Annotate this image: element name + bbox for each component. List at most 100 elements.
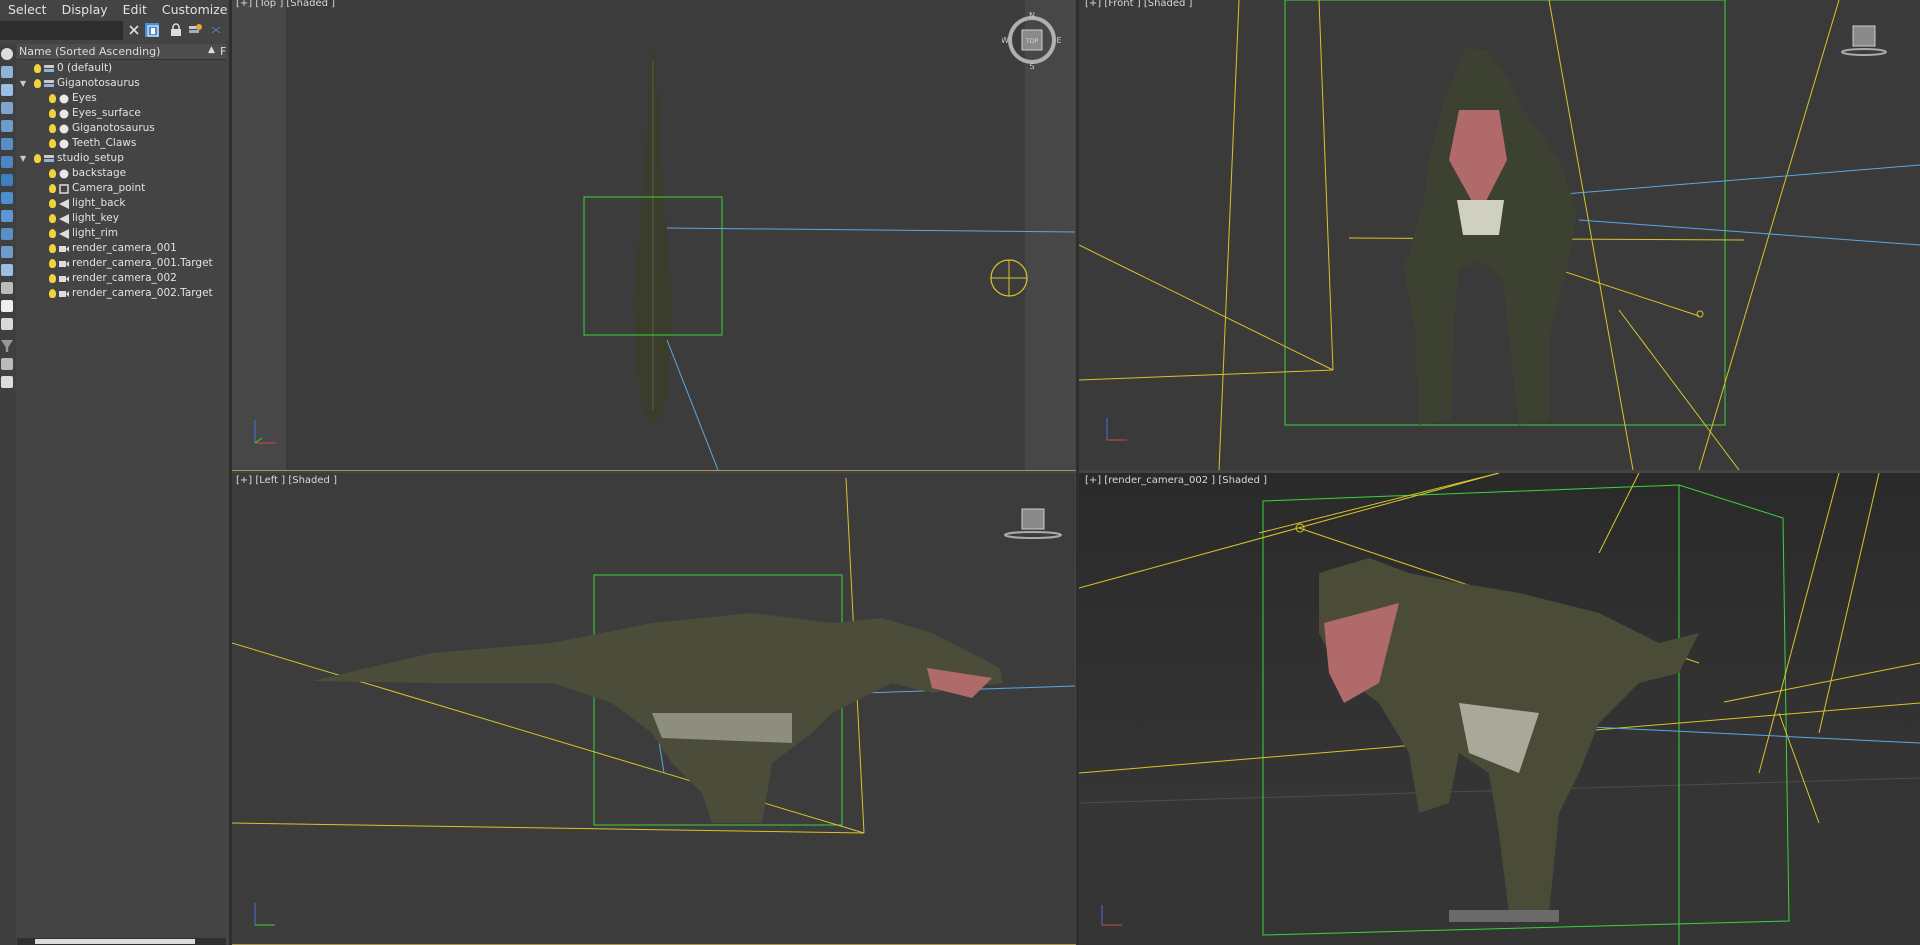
scrollbar-thumb[interactable] (35, 939, 195, 944)
filter-containers-icon[interactable] (1, 210, 13, 222)
list-header[interactable]: Name (Sorted Ascending) ▲ F (17, 44, 226, 60)
viewport-front-label[interactable]: [+] [Front ] [Shaded ] (1085, 0, 1192, 9)
visibility-bulb-icon[interactable] (34, 154, 41, 163)
tree-row[interactable]: Giganotosaurus (17, 122, 226, 137)
lock-icon[interactable] (170, 23, 184, 37)
filter-funnel-icon[interactable] (1, 340, 13, 352)
tree-row[interactable]: render_camera_001 (17, 242, 226, 257)
visibility-bulb-icon[interactable] (49, 169, 56, 178)
filter-shapes-icon[interactable] (1, 66, 13, 78)
tree-row-label: studio_setup (57, 152, 124, 164)
filter-none-icon[interactable] (1, 282, 13, 294)
tree-row-label: light_key (72, 212, 119, 224)
filter-geometry-icon[interactable] (1, 48, 13, 60)
layer-manager-icon[interactable] (188, 23, 202, 37)
filter-all-icon[interactable] (1, 264, 13, 276)
helper-icon (59, 184, 69, 194)
filter-toggle-icon[interactable] (145, 23, 159, 37)
visibility-bulb-icon[interactable] (49, 259, 56, 268)
visibility-bulb-icon[interactable] (34, 79, 41, 88)
camera-icon (59, 291, 69, 297)
tree-row[interactable]: backstage (17, 167, 226, 182)
viewcube-front[interactable] (1841, 22, 1887, 56)
tree-row[interactable]: ▼ studio_setup (17, 152, 226, 167)
tree-row[interactable]: light_key (17, 212, 226, 227)
tree-row-label: render_camera_002.Target (72, 287, 213, 299)
viewport-top-label[interactable]: [+] [Top ] [Shaded ] (236, 0, 335, 9)
viewcube-left[interactable] (1000, 505, 1062, 539)
expand-toggle-icon[interactable]: ▼ (20, 79, 26, 88)
tree-row[interactable]: Teeth_Claws (17, 137, 226, 152)
filter-groups-icon[interactable] (1, 156, 13, 168)
visibility-bulb-icon[interactable] (49, 139, 56, 148)
filter-hidden-icon[interactable] (1, 246, 13, 258)
viewport-front[interactable]: [+] [Front ] [Shaded ] (1079, 0, 1920, 470)
filter-frozen-icon[interactable] (1, 228, 13, 240)
viewport-left[interactable]: [+] [Left ] [Shaded ] (232, 473, 1075, 945)
geometry-icon (59, 109, 69, 119)
tree-row[interactable]: Eyes_surface (17, 107, 226, 122)
filter-cameras-icon[interactable] (1, 102, 13, 114)
column-name-header[interactable]: Name (Sorted Ascending) (19, 45, 160, 58)
tree-row[interactable]: Camera_point (17, 182, 226, 197)
filter-xrefs-icon[interactable] (1, 174, 13, 186)
panel-options-icon[interactable] (210, 23, 224, 37)
tree-row[interactable]: light_back (17, 197, 226, 212)
visibility-bulb-icon[interactable] (49, 244, 56, 253)
tree-row[interactable]: render_camera_002 (17, 272, 226, 287)
layer-icon (44, 80, 54, 87)
svg-text:S: S (1029, 62, 1034, 70)
tree-row-label: 0 (default) (57, 62, 113, 74)
visibility-bulb-icon[interactable] (49, 184, 56, 193)
column-f-header[interactable]: F (220, 45, 226, 58)
filter-selected-icon[interactable] (1, 318, 13, 330)
tree-row-label: light_back (72, 197, 126, 209)
tree-row[interactable]: light_rim (17, 227, 226, 242)
tree-row[interactable]: ▼ Giganotosaurus (17, 77, 226, 92)
viewcube-compass[interactable]: TOP N S E W (1002, 8, 1062, 70)
geometry-icon (59, 169, 69, 179)
visibility-bulb-icon[interactable] (49, 229, 56, 238)
filter-lights-icon[interactable] (1, 84, 13, 96)
visibility-bulb-icon[interactable] (49, 94, 56, 103)
scene-explorer: Name (Sorted Ascending) ▲ F 0 (default) ▼… (17, 44, 226, 945)
visibility-bulb-icon[interactable] (49, 124, 56, 133)
tree-row[interactable]: render_camera_001.Target (17, 257, 226, 272)
viewport-camera-label[interactable]: [+] [render_camera_002 ] [Shaded ] (1085, 475, 1267, 486)
expand-toggle-icon[interactable]: ▼ (20, 154, 26, 163)
tree-row-label: Giganotosaurus (57, 77, 140, 89)
viewport-divider-left[interactable] (229, 0, 232, 945)
menu-display[interactable]: Display (54, 2, 115, 17)
light-icon (59, 199, 69, 209)
menu-edit[interactable]: Edit (115, 2, 154, 17)
tree-row[interactable]: 0 (default) (17, 62, 226, 77)
visibility-bulb-icon[interactable] (49, 289, 56, 298)
hierarchy-icon[interactable] (1, 358, 13, 370)
viewport-camera[interactable]: [+] [render_camera_002 ] [Shaded ] (1079, 473, 1920, 945)
horizontal-scrollbar[interactable] (17, 938, 226, 945)
geometry-icon (59, 139, 69, 149)
filter-bones-icon[interactable] (1, 192, 13, 204)
viewport-divider-vertical[interactable] (1076, 0, 1079, 945)
tree-row[interactable]: render_camera_002.Target (17, 287, 226, 302)
search-input[interactable] (0, 21, 123, 40)
filter-invert-icon[interactable] (1, 300, 13, 312)
menu-customize[interactable]: Customize (154, 2, 235, 17)
viewport-left-label[interactable]: [+] [Left ] [Shaded ] (236, 475, 337, 486)
dinosaur-front-view[interactable] (1404, 48, 1577, 425)
visibility-bulb-icon[interactable] (49, 199, 56, 208)
layer-explorer-icon[interactable] (1, 376, 13, 388)
visibility-bulb-icon[interactable] (49, 109, 56, 118)
menu-select[interactable]: Select (0, 2, 54, 17)
visibility-bulb-icon[interactable] (49, 274, 56, 283)
visibility-bulb-icon[interactable] (49, 214, 56, 223)
clear-search-icon[interactable] (127, 23, 141, 37)
viewport-top[interactable]: [+] [Top ] [Shaded ] TOP N S E W (232, 0, 1075, 470)
camera-icon (59, 261, 69, 267)
tree-row[interactable]: Eyes (17, 92, 226, 107)
filter-spacewarps-icon[interactable] (1, 138, 13, 150)
visibility-bulb-icon[interactable] (34, 64, 41, 73)
filter-helpers-icon[interactable] (1, 120, 13, 132)
front-viewport-canvas (1079, 0, 1920, 470)
left-viewport-canvas (232, 477, 1075, 926)
